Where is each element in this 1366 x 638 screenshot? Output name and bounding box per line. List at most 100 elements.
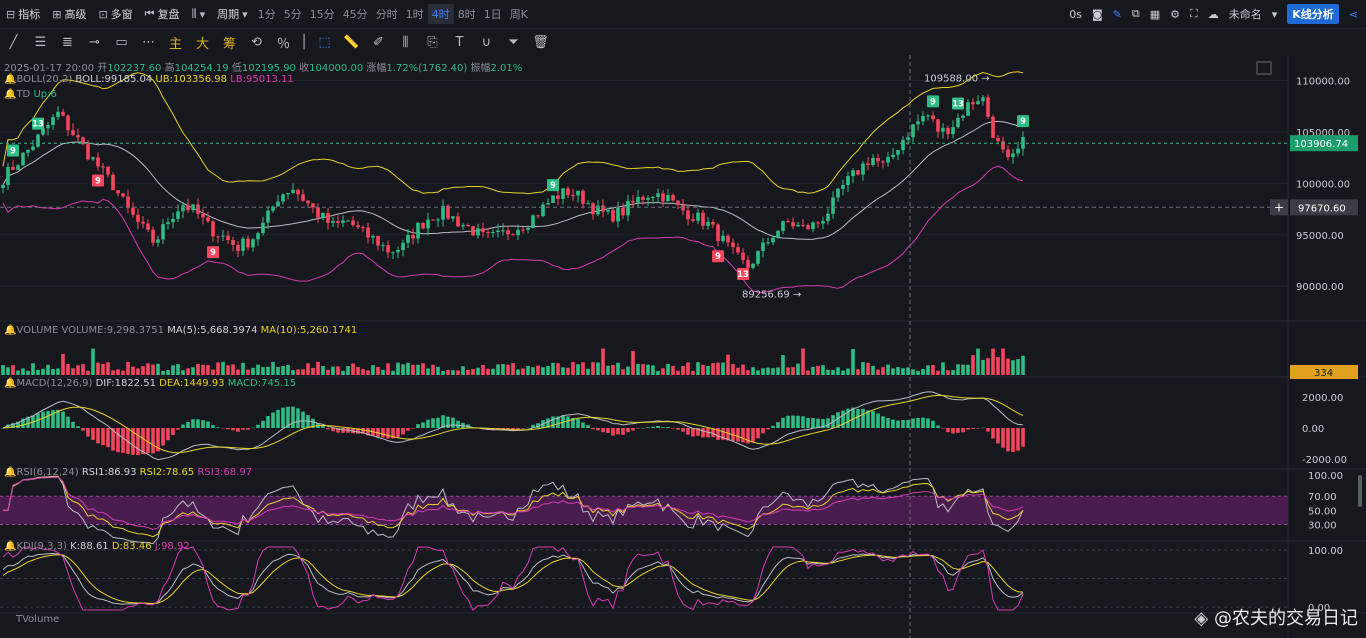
- volume-bar: [486, 368, 490, 375]
- volume-bar: [106, 362, 110, 375]
- candle-body: [46, 124, 50, 129]
- interval-7[interactable]: 8时: [454, 6, 480, 22]
- macd-histogram-bar: [1011, 428, 1015, 453]
- volume-bar: [971, 355, 975, 375]
- text-icon[interactable]: T: [446, 35, 473, 50]
- macd-histogram-bar: [766, 428, 770, 430]
- copy-icon[interactable]: ⧉: [1132, 7, 1140, 21]
- percent-icon[interactable]: ％: [270, 33, 297, 52]
- bell-icon[interactable]: 🔔: [4, 467, 16, 478]
- macd-histogram-bar: [116, 428, 120, 453]
- bell-icon[interactable]: 🔔: [4, 325, 16, 336]
- macd-histogram-bar: [521, 428, 525, 429]
- expand-pane-icon: [1256, 61, 1272, 75]
- interval-5[interactable]: 1时: [402, 6, 428, 22]
- macd-histogram-bar: [301, 411, 305, 428]
- advanced-button[interactable]: ⊞ 高级: [46, 6, 92, 22]
- candle-tool-icon[interactable]: ⫼: [392, 35, 419, 50]
- candle-body: [626, 200, 630, 216]
- volume-bar: [846, 368, 850, 375]
- interval-1[interactable]: 5分: [280, 6, 306, 22]
- interval-9[interactable]: 周K: [506, 6, 532, 22]
- macd-histogram-bar: [606, 428, 610, 433]
- volume-bar: [456, 370, 460, 375]
- interval-8[interactable]: 1日: [480, 6, 506, 22]
- candle-body: [886, 157, 890, 163]
- bell-icon[interactable]: 🔔: [4, 74, 16, 85]
- rectangle-icon[interactable]: ▭: [108, 35, 135, 50]
- bell-icon[interactable]: 🔔: [4, 541, 16, 552]
- pencil-icon[interactable]: ✎: [1113, 8, 1122, 21]
- big-order-button[interactable]: 大: [189, 33, 216, 52]
- replay-button[interactable]: ⏮ 复盘: [139, 6, 186, 22]
- candle-body: [696, 212, 700, 221]
- select-icon[interactable]: ⬚: [311, 35, 338, 50]
- volume-bar: [406, 362, 410, 375]
- advanced-label: 高级: [64, 8, 87, 21]
- filter-icon[interactable]: ⏷: [500, 35, 527, 50]
- multi-window-button[interactable]: ⊡ 多窗: [92, 6, 138, 22]
- horizontal-line-icon[interactable]: ⊸: [81, 35, 108, 50]
- camera-icon[interactable]: ◙: [1092, 8, 1103, 21]
- macd-histogram-bar: [966, 428, 970, 430]
- macd-histogram-bar: [951, 428, 955, 434]
- volume-bar: [686, 362, 690, 375]
- candle-body: [546, 203, 550, 205]
- more-tools-icon[interactable]: ⋯: [135, 35, 162, 50]
- period-button[interactable]: 周期 ▾: [211, 6, 254, 22]
- volume-bar: [1006, 358, 1010, 375]
- volume-bar: [176, 364, 180, 375]
- volume-bar: [671, 365, 675, 375]
- trendline-icon[interactable]: ╱: [0, 35, 27, 50]
- td-marker-label: 13: [737, 270, 749, 280]
- macd-histogram-bar: [71, 421, 75, 428]
- candle-body: [91, 157, 95, 160]
- sync-icon[interactable]: ⟲: [243, 35, 270, 50]
- chart-area[interactable]: 90000.0095000.00100000.00105000.00110000…: [0, 55, 1366, 638]
- macd-histogram-bar: [106, 428, 110, 448]
- chips-button[interactable]: 筹: [216, 33, 243, 52]
- candle-body: [971, 102, 975, 105]
- cloud-icon[interactable]: ☁: [1208, 8, 1219, 21]
- volume-bar: [636, 363, 640, 375]
- fib-icon[interactable]: ≣: [54, 35, 81, 50]
- candle-body: [61, 111, 65, 116]
- parallel-lines-icon[interactable]: ☰: [27, 35, 54, 50]
- volume-bar: [676, 370, 680, 375]
- share-icon[interactable]: ⋖: [1349, 8, 1358, 21]
- interval-6[interactable]: 4时: [427, 4, 454, 24]
- chevron-down-icon[interactable]: ▾: [1272, 8, 1278, 21]
- volume-bar: [341, 370, 345, 375]
- indicators-button[interactable]: ⊟ 指标: [0, 6, 46, 22]
- interval-4[interactable]: 分时: [372, 6, 402, 22]
- ruler-icon[interactable]: 📏: [338, 35, 365, 50]
- rsi3-value: RSI3:68.97: [197, 467, 253, 478]
- volume-bar: [691, 370, 695, 375]
- gear-icon[interactable]: ⚙: [1170, 8, 1180, 21]
- volume-bar: [796, 363, 800, 375]
- layout-name[interactable]: 未命名: [1229, 6, 1262, 22]
- interval-0[interactable]: 1分: [254, 6, 280, 22]
- candle-body: [981, 97, 985, 102]
- table-icon[interactable]: ▦: [1150, 8, 1160, 21]
- trash-icon[interactable]: 🗑: [527, 35, 554, 50]
- candle-body: [746, 259, 750, 268]
- candle-body: [146, 223, 150, 230]
- k-analysis-button[interactable]: K线分析: [1287, 4, 1339, 24]
- candle-body: [736, 247, 740, 253]
- bell-icon[interactable]: 🔔: [4, 378, 16, 389]
- chart-type-button[interactable]: ⫼ ▾: [186, 7, 212, 21]
- brush-icon[interactable]: ✐: [365, 35, 392, 50]
- magnet-icon[interactable]: ∪: [473, 35, 500, 50]
- candle-body: [906, 137, 910, 140]
- note-icon[interactable]: ⎘: [419, 35, 446, 50]
- volume-bar: [101, 363, 105, 375]
- volume-bar: [366, 370, 370, 375]
- main-indicator-button[interactable]: 主: [162, 33, 189, 52]
- interval-3[interactable]: 45分: [339, 6, 372, 22]
- interval-2[interactable]: 15分: [306, 6, 339, 22]
- fullscreen-icon[interactable]: ⛶: [1190, 7, 1198, 21]
- macd-histogram-bar: [266, 416, 270, 428]
- volume-bar: [141, 366, 145, 375]
- bell-icon[interactable]: 🔔: [4, 89, 16, 100]
